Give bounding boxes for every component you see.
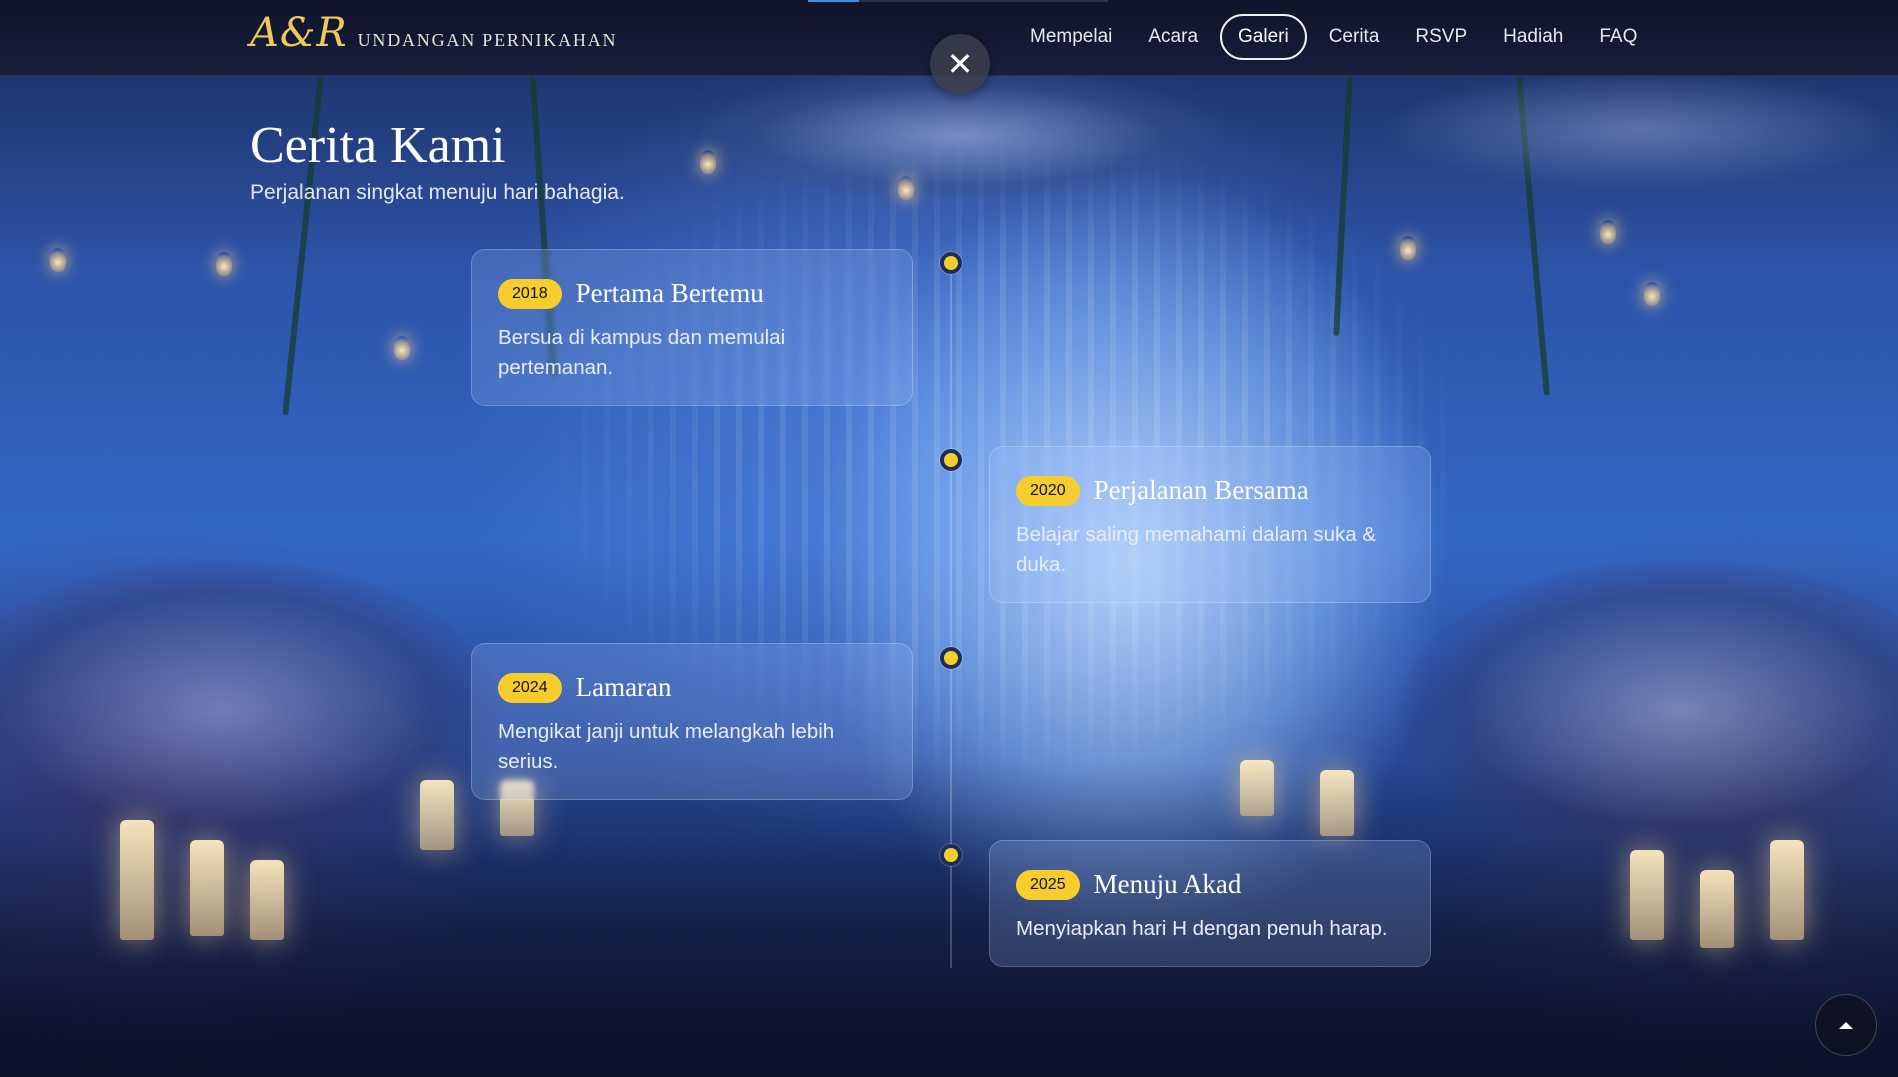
background-candle	[1240, 760, 1274, 816]
timeline-dot-icon	[940, 449, 962, 471]
background-candle	[250, 860, 284, 940]
background-candle	[1630, 850, 1664, 940]
chevron-up-icon	[1839, 1021, 1853, 1029]
nav-item-hadiah[interactable]: Hadiah	[1485, 14, 1581, 60]
timeline-card-text: Mengikat janji untuk melangkah lebih ser…	[498, 720, 835, 773]
main-nav: Mempelai Acara Galeri Cerita RSVP Hadiah…	[1012, 12, 1655, 62]
timeline-card-text: Bersua di kampus dan memulai pertemanan.	[498, 326, 786, 379]
nav-item-acara[interactable]: Acara	[1130, 14, 1216, 60]
timeline-card-text: Belajar saling memahami dalam suka & duk…	[1016, 523, 1377, 576]
nav-item-faq[interactable]: FAQ	[1581, 14, 1655, 60]
background-flower-cluster	[1380, 70, 1898, 190]
background-flower-cluster	[0, 560, 500, 860]
scroll-progress-fill	[808, 0, 859, 2]
background-bulb	[898, 176, 914, 200]
timeline-card-title: Pertama Bertemu	[575, 278, 764, 308]
year-badge: 2020	[1016, 475, 1080, 506]
background-vine	[1516, 76, 1550, 396]
timeline-card-title: Lamaran	[575, 672, 672, 702]
background-bulb	[50, 248, 66, 272]
nav-item-cerita[interactable]: Cerita	[1311, 14, 1398, 60]
background-candle	[420, 780, 454, 850]
nav-item-rsvp[interactable]: RSVP	[1397, 14, 1485, 60]
background-bulb	[1400, 236, 1416, 260]
timeline-card-title: Menuju Akad	[1093, 869, 1242, 899]
timeline-dot-icon	[940, 252, 962, 274]
background-flower-cluster	[1400, 560, 1898, 860]
timeline-card-title: Perjalanan Bersama	[1093, 475, 1309, 505]
background-bulb	[1644, 282, 1660, 306]
timeline-card-header: 2018 Pertama Bertemu	[498, 278, 886, 309]
nav-item-galeri[interactable]: Galeri	[1220, 14, 1307, 60]
timeline-card: 2018 Pertama Bertemu Bersua di kampus da…	[471, 249, 913, 406]
background-candle	[190, 840, 224, 936]
background-bulb	[216, 252, 232, 276]
background-bulb	[394, 336, 410, 360]
background-bulb	[700, 150, 716, 174]
timeline-card-header: 2020 Perjalanan Bersama	[1016, 475, 1404, 506]
close-icon: ✕	[946, 45, 974, 83]
nav-item-mempelai[interactable]: Mempelai	[1012, 14, 1130, 60]
brand-logo: A&R	[250, 10, 348, 56]
timeline-card: 2024 Lamaran Mengikat janji untuk melang…	[471, 643, 913, 800]
year-badge: 2024	[498, 672, 562, 703]
brand[interactable]: A&R UNDANGAN PERNIKAHAN	[250, 10, 617, 56]
background-floor	[0, 760, 1898, 1077]
year-badge: 2025	[1016, 869, 1080, 900]
year-badge: 2018	[498, 278, 562, 309]
brand-subtitle: UNDANGAN PERNIKAHAN	[357, 30, 618, 50]
background-candle	[120, 820, 154, 940]
timeline-card: 2025 Menuju Akad Menyiapkan hari H denga…	[989, 840, 1431, 967]
background-candle	[1700, 870, 1734, 948]
section-subtitle: Perjalanan singkat menuju hari bahagia.	[250, 181, 625, 204]
background-bulb	[1600, 220, 1616, 244]
timeline-card-text: Menyiapkan hari H dengan penuh harap.	[1016, 917, 1388, 940]
scroll-progress-bar	[808, 0, 1108, 2]
close-button[interactable]: ✕	[930, 34, 990, 94]
timeline-dot-icon	[940, 647, 962, 669]
scroll-to-top-button[interactable]	[1815, 994, 1877, 1056]
timeline-dot-icon	[940, 844, 962, 866]
section-title: Cerita Kami	[250, 117, 506, 174]
timeline-card-header: 2024 Lamaran	[498, 672, 886, 703]
background-vine	[1333, 76, 1353, 336]
timeline-card: 2020 Perjalanan Bersama Belajar saling m…	[989, 446, 1431, 603]
timeline-card-header: 2025 Menuju Akad	[1016, 869, 1404, 900]
background-candle	[1770, 840, 1804, 940]
background-candle	[1320, 770, 1354, 836]
